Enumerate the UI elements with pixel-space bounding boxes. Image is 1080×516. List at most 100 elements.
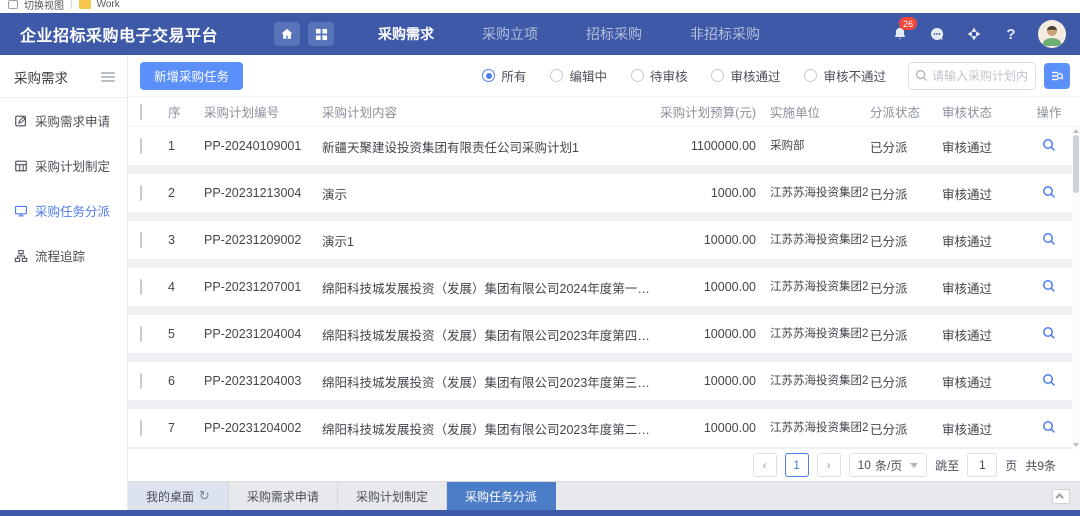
workspace-tab-label: 采购任务分派 — [465, 488, 537, 505]
filter-label: 待审核 — [650, 66, 688, 85]
nav-tab-3[interactable]: 招标采购 — [584, 14, 644, 54]
sidebar-item-4[interactable]: 流程追踪 — [0, 233, 127, 278]
refresh-icon[interactable]: ↻ — [199, 488, 210, 504]
filter-radio-5[interactable]: 审核不通过 — [804, 66, 886, 85]
user-avatar[interactable] — [1038, 20, 1066, 48]
apps-button[interactable] — [308, 22, 334, 46]
cell-dispatch-status: 已分派 — [870, 325, 942, 344]
radio-icon — [711, 69, 724, 82]
cell-seq: 1 — [168, 139, 204, 153]
filter-radio-4[interactable]: 审核通过 — [711, 66, 780, 85]
browser-bookmarks-bar: 切换视图 | Work — [0, 0, 1080, 13]
cell-budget: 1100000.00 — [658, 139, 770, 153]
cell-content: 新疆天聚建设投资集团有限责任公司采购计划1 — [322, 137, 658, 156]
view-detail-button[interactable] — [1042, 279, 1056, 293]
filter-radio-2[interactable]: 编辑中 — [550, 66, 607, 85]
workspace-tab-4[interactable]: 采购任务分派 — [447, 482, 556, 510]
chevron-down-icon — [910, 463, 918, 468]
view-detail-button[interactable] — [1042, 232, 1056, 246]
table-scrollbar[interactable] — [1072, 127, 1080, 449]
cell-code: PP-20231209002 — [204, 233, 322, 247]
cell-budget: 1000.00 — [658, 186, 770, 200]
filter-radio-1[interactable]: 所有 — [482, 66, 526, 85]
messages-button[interactable] — [927, 24, 947, 44]
column-header-content: 采购计划内容 — [322, 102, 658, 121]
flow-icon — [14, 249, 28, 263]
column-header-audit: 审核状态 — [942, 102, 1026, 121]
column-header-unit: 实施单位 — [770, 102, 870, 121]
workspace-tab-2[interactable]: 采购需求申请 — [229, 482, 338, 510]
cell-audit-status: 审核通过 — [942, 419, 1026, 438]
prev-page-button[interactable]: ‹ — [753, 453, 777, 477]
nav-tab-4[interactable]: 非招标采购 — [688, 14, 762, 54]
filter-label: 所有 — [501, 66, 526, 85]
bookmark-folder-label[interactable]: Work — [97, 0, 120, 10]
cell-code: PP-20231204003 — [204, 374, 322, 388]
sidebar-item-3[interactable]: 采购任务分派 — [0, 188, 127, 233]
scrollbar-thumb[interactable] — [1073, 135, 1079, 193]
view-detail-button[interactable] — [1042, 185, 1056, 199]
radio-icon — [482, 69, 495, 82]
home-button[interactable] — [274, 22, 300, 46]
row-checkbox[interactable] — [140, 326, 142, 342]
row-checkbox[interactable] — [140, 373, 142, 389]
cell-dispatch-status: 已分派 — [870, 419, 942, 438]
workspace-tab-3[interactable]: 采购计划制定 — [338, 482, 447, 510]
bookmark-label[interactable]: 切换视图 — [24, 0, 64, 12]
new-task-button[interactable]: 新增采购任务 — [140, 62, 243, 90]
select-all-checkbox[interactable] — [140, 104, 142, 120]
sidebar-collapse-icon[interactable] — [101, 70, 115, 84]
row-checkbox[interactable] — [140, 279, 142, 295]
cell-audit-status: 审核通过 — [942, 325, 1026, 344]
cell-content: 绵阳科技城发展投资（发展）集团有限公司2024年度第一季度采购 — [322, 278, 658, 297]
jump-page-input[interactable] — [967, 453, 997, 477]
current-page-button[interactable]: 1 — [785, 453, 809, 477]
help-button[interactable]: ? — [1001, 24, 1021, 44]
sidebar: 采购需求 采购需求申请采购计划制定采购任务分派流程追踪 — [0, 55, 128, 510]
fullscreen-button[interactable] — [964, 24, 984, 44]
next-page-button[interactable]: › — [817, 453, 841, 477]
scroll-down-arrow-icon[interactable] — [1073, 443, 1079, 447]
row-checkbox[interactable] — [140, 420, 142, 436]
view-detail-button[interactable] — [1042, 373, 1056, 387]
workspace-tab-1[interactable]: 我的桌面↻ — [128, 482, 229, 510]
home-icon — [280, 27, 294, 41]
search-input[interactable] — [932, 69, 1029, 83]
monitor-icon — [14, 204, 28, 218]
nav-tab-2[interactable]: 采购立项 — [480, 14, 540, 54]
cell-code: PP-20240109001 — [204, 139, 322, 153]
row-checkbox[interactable] — [140, 138, 142, 154]
purchase-plan-table: 序 采购计划编号 采购计划内容 采购计划预算(元) 实施单位 分派状态 审核状态… — [128, 97, 1080, 449]
page-size-select[interactable]: 10 条/页 — [849, 453, 928, 477]
column-header-budget: 采购计划预算(元) — [658, 102, 770, 121]
cell-code: PP-20231213004 — [204, 186, 322, 200]
sidebar-item-2[interactable]: 采购计划制定 — [0, 143, 127, 188]
cell-code: PP-20231207001 — [204, 280, 322, 294]
cell-unit: 江苏苏海投资集团2 — [770, 421, 870, 435]
search-box — [908, 62, 1036, 90]
chevron-up-icon — [1055, 493, 1063, 501]
workspace-tab-bar: 我的桌面↻采购需求申请采购计划制定 采购任务分派 — [128, 481, 1080, 510]
cell-unit: 江苏苏海投资集团2 — [770, 374, 870, 388]
cell-code: PP-20231204002 — [204, 421, 322, 435]
search-icon — [915, 69, 928, 82]
row-checkbox[interactable] — [140, 232, 142, 248]
cell-unit: 江苏苏海投资集团2 — [770, 233, 870, 247]
total-count: 共9条 — [1025, 457, 1056, 474]
view-detail-button[interactable] — [1042, 326, 1056, 340]
advanced-search-button[interactable] — [1044, 63, 1070, 89]
nav-tab-1[interactable]: 采购需求 — [376, 14, 436, 54]
notification-badge: 26 — [899, 17, 917, 30]
view-detail-button[interactable] — [1042, 138, 1056, 152]
cell-audit-status: 审核通过 — [942, 184, 1026, 203]
scroll-up-arrow-icon[interactable] — [1073, 129, 1079, 133]
collapse-tabbar-button[interactable] — [1052, 489, 1070, 504]
row-checkbox[interactable] — [140, 185, 142, 201]
sidebar-item-1[interactable]: 采购需求申请 — [0, 98, 127, 143]
filter-radio-3[interactable]: 待审核 — [631, 66, 688, 85]
edit-doc-icon — [14, 114, 28, 128]
view-detail-button[interactable] — [1042, 420, 1056, 434]
notifications-button[interactable]: 26 — [890, 24, 910, 44]
folder-icon — [79, 0, 91, 9]
table-row: 2PP-20231213004演示1000.00江苏苏海投资集团2已分派审核通过 — [128, 174, 1072, 212]
